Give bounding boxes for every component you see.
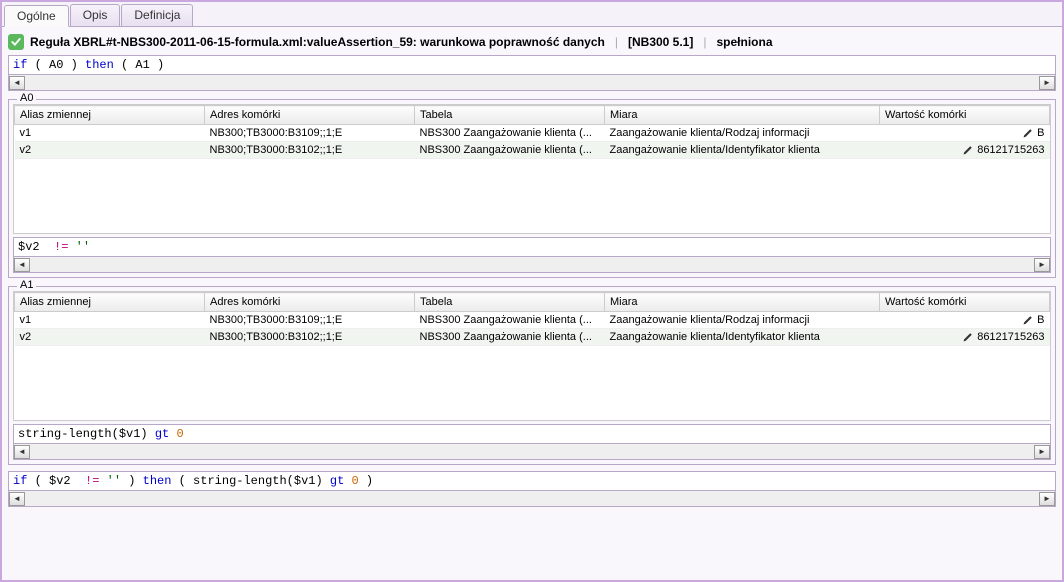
table-a1[interactable]: Alias zmiennej Adres komórki Tabela Miar… xyxy=(13,291,1051,421)
expression-a0[interactable]: $v2 != '' xyxy=(13,237,1051,257)
cell-value: 86121715263 xyxy=(880,142,1050,159)
scroll-left-icon[interactable]: ◄ xyxy=(9,492,25,506)
cell-alias: v2 xyxy=(15,329,205,346)
cell-value: B xyxy=(880,312,1050,329)
scroll-right-icon[interactable]: ► xyxy=(1039,76,1055,90)
edit-icon xyxy=(962,144,974,156)
col-address[interactable]: Adres komórki xyxy=(205,106,415,125)
scroll-left-icon[interactable]: ◄ xyxy=(14,445,30,459)
cell-address: NB300;TB3000:B3109;;1;E xyxy=(205,125,415,142)
cell-value: 86121715263 xyxy=(880,329,1050,346)
col-alias[interactable]: Alias zmiennej xyxy=(15,106,205,125)
rule-status: spełniona xyxy=(716,35,772,49)
col-measure[interactable]: Miara xyxy=(605,293,880,312)
tab-definition[interactable]: Definicja xyxy=(121,4,193,26)
expression-bottom[interactable]: if ( $v2 != '' ) then ( string-length($v… xyxy=(8,471,1056,491)
separator: | xyxy=(703,35,706,49)
cell-address: NB300;TB3000:B3102;;1;E xyxy=(205,142,415,159)
expression-top[interactable]: if ( A0 ) then ( A1 ) xyxy=(8,55,1056,75)
cell-table: NBS300 Zaangażowanie klienta (... xyxy=(415,312,605,329)
cell-table: NBS300 Zaangażowanie klienta (... xyxy=(415,125,605,142)
col-alias[interactable]: Alias zmiennej xyxy=(15,293,205,312)
cell-alias: v1 xyxy=(15,125,205,142)
group-a0: A0 Alias zmiennej Adres komórki Tabela M… xyxy=(8,99,1056,278)
scroll-right-icon[interactable]: ► xyxy=(1039,492,1055,506)
rule-tag: [NB300 5.1] xyxy=(628,35,693,49)
scrollbar[interactable]: ◄► xyxy=(13,444,1051,460)
edit-icon xyxy=(1022,127,1034,139)
tab-bar: Ogólne Opis Definicja xyxy=(2,2,1062,27)
scrollbar[interactable]: ◄► xyxy=(8,491,1056,507)
group-a1: A1 Alias zmiennej Adres komórki Tabela M… xyxy=(8,286,1056,465)
cell-measure: Zaangażowanie klienta/Identyfikator klie… xyxy=(605,142,880,159)
tab-description[interactable]: Opis xyxy=(70,4,121,26)
edit-icon xyxy=(962,331,974,343)
separator: | xyxy=(615,35,618,49)
check-icon xyxy=(8,34,24,50)
col-measure[interactable]: Miara xyxy=(605,106,880,125)
scroll-right-icon[interactable]: ► xyxy=(1034,445,1050,459)
cell-alias: v2 xyxy=(15,142,205,159)
table-row[interactable]: v1NB300;TB3000:B3109;;1;ENBS300 Zaangażo… xyxy=(15,312,1050,329)
scrollbar[interactable]: ◄► xyxy=(13,257,1051,273)
cell-address: NB300;TB3000:B3102;;1;E xyxy=(205,329,415,346)
cell-alias: v1 xyxy=(15,312,205,329)
scroll-left-icon[interactable]: ◄ xyxy=(14,258,30,272)
cell-measure: Zaangażowanie klienta/Identyfikator klie… xyxy=(605,329,880,346)
cell-value: B xyxy=(880,125,1050,142)
col-value[interactable]: Wartość komórki xyxy=(880,293,1050,312)
col-value[interactable]: Wartość komórki xyxy=(880,106,1050,125)
scrollbar[interactable]: ◄► xyxy=(8,75,1056,91)
rule-header: Reguła XBRL#t-NBS300-2011-06-15-formula.… xyxy=(8,31,1056,55)
col-table[interactable]: Tabela xyxy=(415,106,605,125)
scroll-left-icon[interactable]: ◄ xyxy=(9,76,25,90)
rule-title: Reguła XBRL#t-NBS300-2011-06-15-formula.… xyxy=(30,35,605,49)
cell-table: NBS300 Zaangażowanie klienta (... xyxy=(415,329,605,346)
table-row[interactable]: v1NB300;TB3000:B3109;;1;ENBS300 Zaangażo… xyxy=(15,125,1050,142)
table-row[interactable]: v2NB300;TB3000:B3102;;1;ENBS300 Zaangażo… xyxy=(15,329,1050,346)
group-legend: A0 xyxy=(17,92,36,104)
col-table[interactable]: Tabela xyxy=(415,293,605,312)
group-legend: A1 xyxy=(17,279,36,291)
cell-measure: Zaangażowanie klienta/Rodzaj informacji xyxy=(605,125,880,142)
tab-general[interactable]: Ogólne xyxy=(4,5,69,27)
cell-address: NB300;TB3000:B3109;;1;E xyxy=(205,312,415,329)
cell-table: NBS300 Zaangażowanie klienta (... xyxy=(415,142,605,159)
edit-icon xyxy=(1022,314,1034,326)
expression-a1[interactable]: string-length($v1) gt 0 xyxy=(13,424,1051,444)
col-address[interactable]: Adres komórki xyxy=(205,293,415,312)
cell-measure: Zaangażowanie klienta/Rodzaj informacji xyxy=(605,312,880,329)
table-row[interactable]: v2NB300;TB3000:B3102;;1;ENBS300 Zaangażo… xyxy=(15,142,1050,159)
scroll-right-icon[interactable]: ► xyxy=(1034,258,1050,272)
table-a0[interactable]: Alias zmiennej Adres komórki Tabela Miar… xyxy=(13,104,1051,234)
